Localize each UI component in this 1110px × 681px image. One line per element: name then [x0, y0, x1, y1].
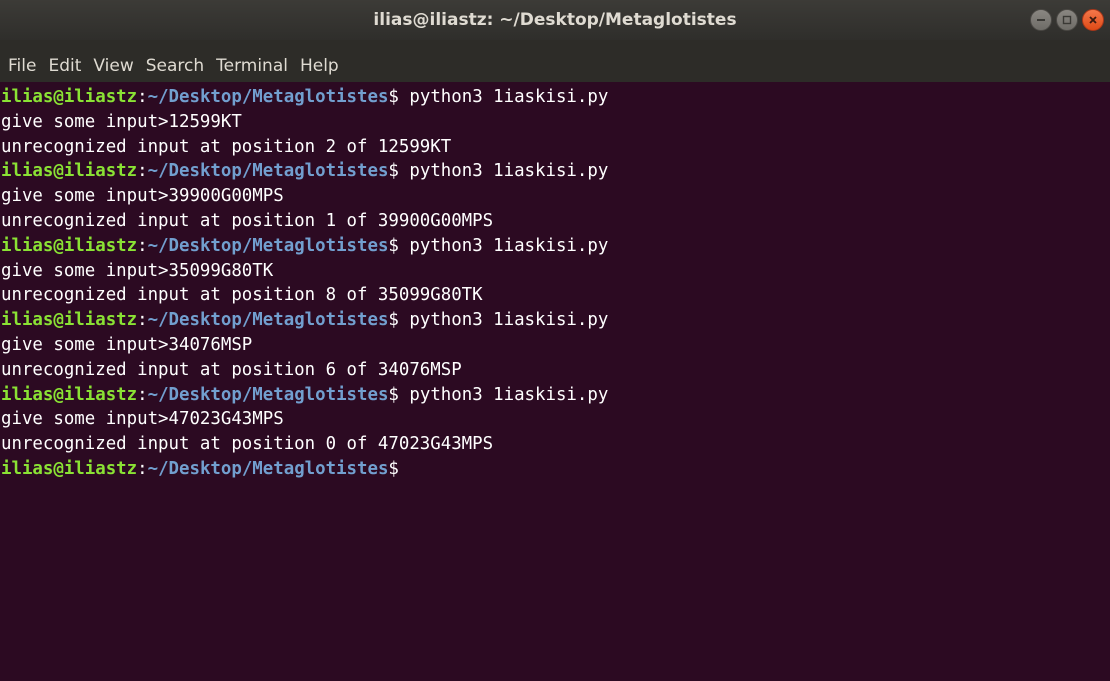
- command-text: python3 1iaskisi.py: [398, 87, 609, 107]
- prompt-path: ~/Desktop/Metaglotistes: [147, 235, 389, 256]
- terminal-window: ilias@iliastz: ~/Desktop/Metaglotistes F…: [0, 0, 1110, 681]
- output-line: give some input>47023G43MPS: [1, 409, 284, 430]
- output-line: unrecognized input at position 2 of 1259…: [1, 136, 452, 157]
- output-line: give some input>12599KT: [1, 111, 242, 132]
- prompt-symbol: $: [388, 310, 399, 331]
- output-line: unrecognized input at position 8 of 3509…: [1, 285, 483, 306]
- prompt-separator: :: [137, 161, 148, 182]
- prompt-separator: :: [137, 310, 148, 331]
- output-line: give some input>34076MSP: [1, 334, 253, 355]
- command-text: python3 1iaskisi.py: [398, 384, 609, 405]
- prompt-user-host: ilias@iliastz: [1, 235, 138, 256]
- prompt-user-host: ilias@iliastz: [1, 458, 138, 479]
- minimize-icon: [1037, 19, 1045, 21]
- menu-help[interactable]: Help: [294, 54, 345, 78]
- prompt-symbol: $: [388, 458, 399, 479]
- menu-view[interactable]: View: [87, 54, 139, 78]
- prompt-path: ~/Desktop/Metaglotistes: [147, 87, 389, 107]
- output-line: give some input>39900G00MPS: [1, 186, 284, 207]
- prompt-symbol: $: [388, 384, 399, 405]
- close-button[interactable]: [1082, 9, 1104, 31]
- prompt-path: ~/Desktop/Metaglotistes: [147, 161, 389, 182]
- prompt-line: ilias@iliastz:~/Desktop/Metaglotistes$ p…: [0, 85, 1110, 110]
- maximize-button[interactable]: [1056, 9, 1078, 31]
- prompt-user-host: ilias@iliastz: [1, 384, 138, 405]
- prompt-line: ilias@iliastz:~/Desktop/Metaglotistes$ p…: [0, 383, 1110, 408]
- maximize-icon: [1062, 15, 1072, 25]
- prompt-user-host: ilias@iliastz: [1, 310, 138, 331]
- prompt-path: ~/Desktop/Metaglotistes: [147, 458, 389, 479]
- menu-edit[interactable]: Edit: [42, 54, 87, 78]
- menu-terminal[interactable]: Terminal: [210, 54, 294, 78]
- output-line: give some input>35099G80TK: [1, 260, 274, 281]
- terminal-output[interactable]: ilias@iliastz:~/Desktop/Metaglotistes$ p…: [0, 82, 1110, 681]
- prompt-separator: :: [137, 235, 148, 256]
- menu-file[interactable]: File: [2, 54, 42, 78]
- menu-search[interactable]: Search: [140, 54, 210, 78]
- minimize-button[interactable]: [1030, 9, 1052, 31]
- window-controls: [1030, 9, 1104, 31]
- menu-bar: File Edit View Search Terminal Help: [0, 40, 1110, 82]
- prompt-user-host: ilias@iliastz: [1, 87, 138, 107]
- prompt-line: ilias@iliastz:~/Desktop/Metaglotistes$ p…: [0, 308, 1110, 333]
- prompt-symbol: $: [388, 87, 399, 107]
- prompt-path: ~/Desktop/Metaglotistes: [147, 384, 389, 405]
- prompt-separator: :: [137, 384, 148, 405]
- output-line: unrecognized input at position 6 of 3407…: [1, 359, 462, 380]
- prompt-path: ~/Desktop/Metaglotistes: [147, 310, 389, 331]
- prompt-user-host: ilias@iliastz: [1, 161, 138, 182]
- output-line: unrecognized input at position 0 of 4702…: [1, 434, 494, 455]
- prompt-line: ilias@iliastz:~/Desktop/Metaglotistes$ p…: [0, 234, 1110, 259]
- output-line: unrecognized input at position 1 of 3990…: [1, 210, 494, 231]
- close-icon: [1089, 16, 1097, 24]
- command-text: python3 1iaskisi.py: [398, 161, 609, 182]
- prompt-separator: :: [137, 458, 148, 479]
- prompt-separator: :: [137, 87, 148, 107]
- prompt-symbol: $: [388, 161, 399, 182]
- prompt-line: ilias@iliastz:~/Desktop/Metaglotistes$ p…: [0, 159, 1110, 184]
- command-text: python3 1iaskisi.py: [398, 235, 609, 256]
- window-title: ilias@iliastz: ~/Desktop/Metaglotistes: [373, 10, 737, 30]
- prompt-symbol: $: [388, 235, 399, 256]
- title-bar[interactable]: ilias@iliastz: ~/Desktop/Metaglotistes: [0, 0, 1110, 40]
- command-text: python3 1iaskisi.py: [398, 310, 609, 331]
- prompt-line: ilias@iliastz:~/Desktop/Metaglotistes$: [0, 457, 1110, 482]
